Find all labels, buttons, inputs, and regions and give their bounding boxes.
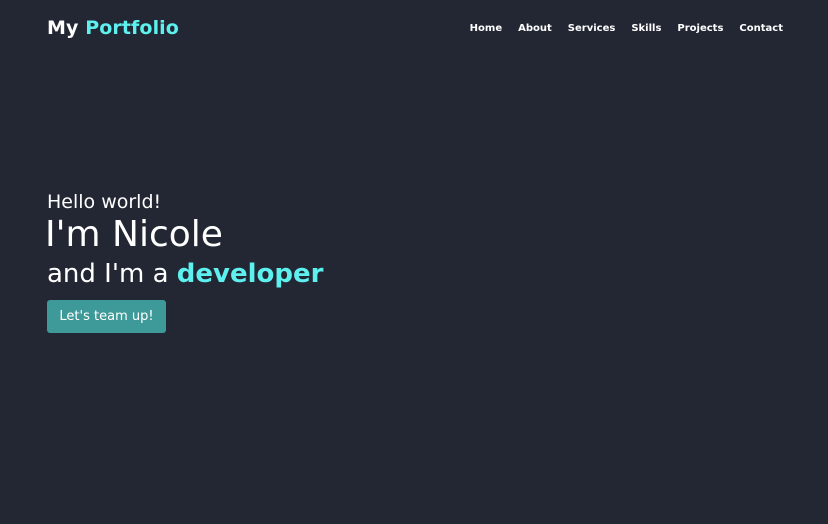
logo-text-portfolio: Portfolio (85, 17, 179, 39)
nav-link-skills[interactable]: Skills (631, 23, 661, 34)
logo[interactable]: My Portfolio (47, 17, 179, 39)
nav-link-services[interactable]: Services (568, 23, 616, 34)
hero-role-line: and I'm a developer (47, 258, 323, 290)
hero-role: developer (176, 259, 324, 289)
nav-link-about[interactable]: About (518, 23, 552, 34)
hero-role-prefix: and I'm a (47, 259, 177, 289)
hero-name: I'm Nicole (45, 214, 223, 255)
nav-link-contact[interactable]: Contact (739, 23, 783, 34)
nav-link-projects[interactable]: Projects (677, 23, 723, 34)
nav-link-home[interactable]: Home (470, 23, 502, 34)
team-up-button[interactable]: Let's team up! (47, 300, 166, 333)
logo-text-my: My (47, 17, 86, 39)
hero-greeting: Hello world! (47, 191, 162, 213)
navbar: My Portfolio Home About Services Skills … (0, 0, 828, 60)
nav-links: Home About Services Skills Projects Cont… (470, 23, 783, 34)
